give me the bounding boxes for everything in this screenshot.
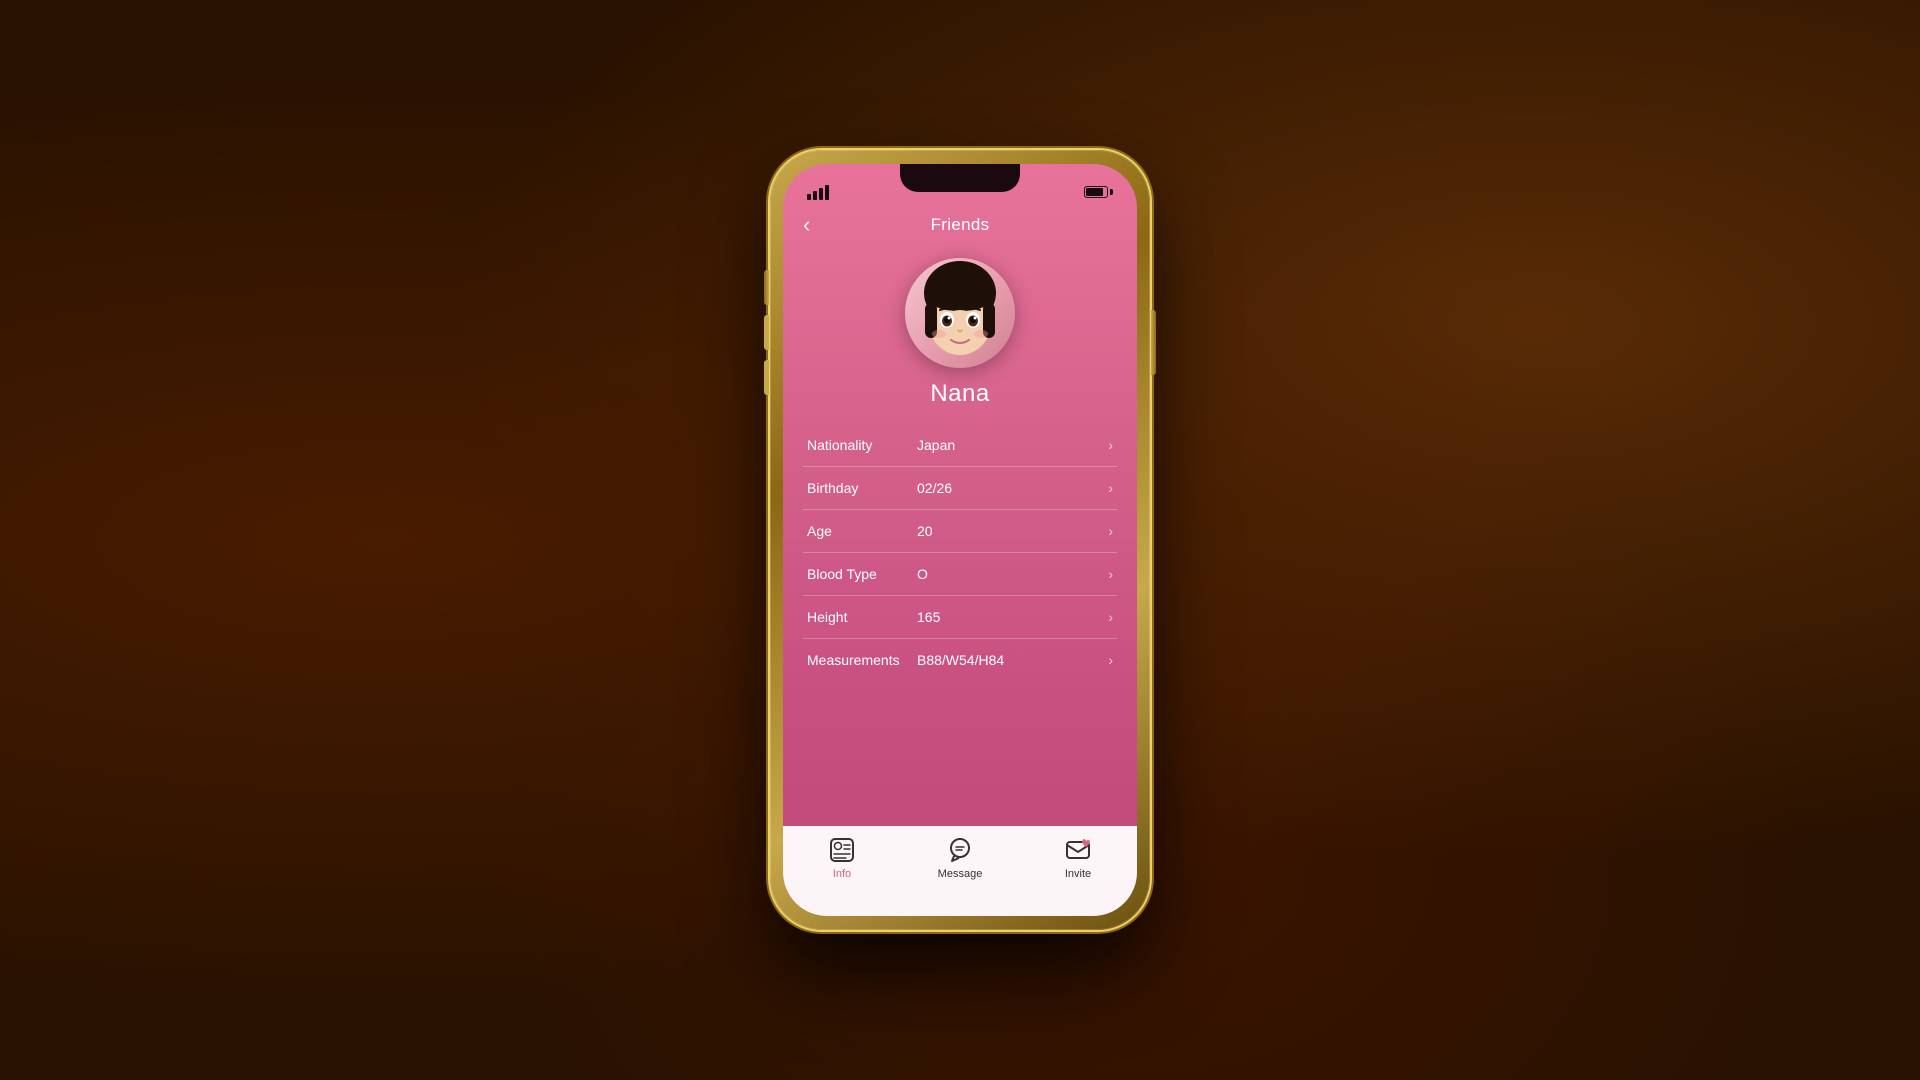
- height-label: Height: [807, 609, 917, 625]
- info-tab-icon: [828, 836, 856, 864]
- tab-message[interactable]: Message: [925, 836, 995, 880]
- phone-shell: ‹ Friends: [770, 150, 1150, 930]
- nationality-value: Japan: [917, 437, 1108, 453]
- chevron-icon: ›: [1108, 609, 1113, 625]
- info-row-nationality[interactable]: Nationality Japan ›: [803, 424, 1117, 467]
- page-title: Friends: [931, 215, 990, 235]
- message-tab-label: Message: [938, 868, 983, 880]
- info-row-blood-type[interactable]: Blood Type O ›: [803, 553, 1117, 596]
- chevron-icon: ›: [1108, 652, 1113, 668]
- battery-icon: [1084, 186, 1113, 198]
- invite-tab-label: Invite: [1065, 868, 1091, 880]
- signal-icon: [807, 185, 829, 200]
- info-tab-label: Info: [833, 868, 851, 880]
- tab-invite[interactable]: Invite: [1043, 836, 1113, 880]
- age-value: 20: [917, 523, 1108, 539]
- tab-bar: Info Message: [783, 826, 1137, 916]
- birthday-value: 02/26: [917, 480, 1108, 496]
- profile-name: Nana: [930, 380, 989, 408]
- info-row-age[interactable]: Age 20 ›: [803, 510, 1117, 553]
- birthday-label: Birthday: [807, 480, 917, 496]
- avatar: [905, 258, 1015, 368]
- top-nav: ‹ Friends: [783, 208, 1137, 248]
- info-row-measurements[interactable]: Measurements B88/W54/H84 ›: [803, 639, 1117, 681]
- blood-type-value: O: [917, 566, 1108, 582]
- notch: [900, 164, 1020, 192]
- status-bar: [783, 164, 1137, 208]
- phone-screen: ‹ Friends: [783, 164, 1137, 916]
- back-button[interactable]: ‹: [803, 212, 810, 238]
- info-row-birthday[interactable]: Birthday 02/26 ›: [803, 467, 1117, 510]
- nationality-label: Nationality: [807, 437, 917, 453]
- profile-section: Nana: [783, 248, 1137, 424]
- invite-tab-icon: [1064, 836, 1092, 864]
- measurements-label: Measurements: [807, 652, 917, 668]
- chevron-icon: ›: [1108, 566, 1113, 582]
- info-row-height[interactable]: Height 165 ›: [803, 596, 1117, 639]
- height-value: 165: [917, 609, 1108, 625]
- screen-content: ‹ Friends: [783, 208, 1137, 916]
- age-label: Age: [807, 523, 917, 539]
- info-list: Nationality Japan › Birthday 02/26 › Age…: [783, 424, 1137, 826]
- chevron-icon: ›: [1108, 523, 1113, 539]
- chevron-icon: ›: [1108, 437, 1113, 453]
- tab-info[interactable]: Info: [807, 836, 877, 880]
- measurements-value: B88/W54/H84: [917, 652, 1108, 668]
- chevron-icon: ›: [1108, 480, 1113, 496]
- message-tab-icon: [946, 836, 974, 864]
- blood-type-label: Blood Type: [807, 566, 917, 582]
